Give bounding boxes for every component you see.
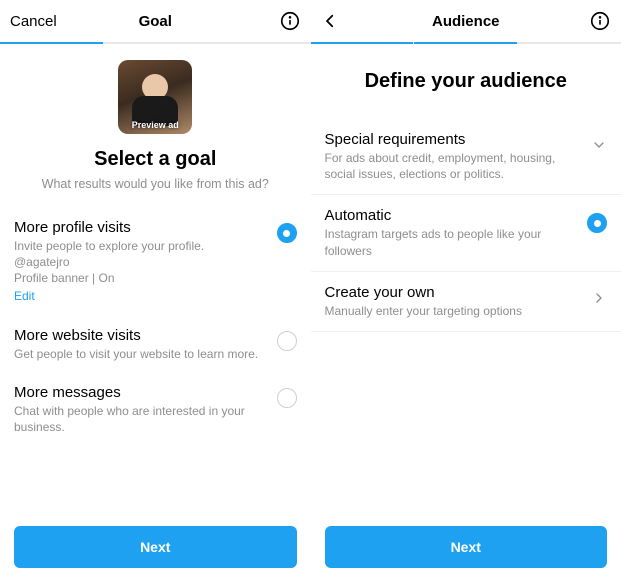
nav-bar: Audience xyxy=(311,0,621,42)
option-desc: Chat with people who are interested in y… xyxy=(14,403,267,435)
goal-option-website-visits[interactable]: More website visits Get people to visit … xyxy=(14,317,297,374)
radio-unselected[interactable] xyxy=(277,331,297,351)
back-button[interactable] xyxy=(321,12,339,30)
chevron-left-icon xyxy=(321,12,339,30)
option-desc: Invite people to explore your profile. xyxy=(14,238,267,254)
radio-selected[interactable] xyxy=(277,223,297,243)
option-banner: Profile banner | On xyxy=(14,270,267,286)
goal-option-profile-visits[interactable]: More profile visits Invite people to exp… xyxy=(14,209,297,317)
next-button[interactable]: Next xyxy=(14,526,297,568)
info-icon xyxy=(279,10,301,32)
info-button[interactable] xyxy=(279,10,301,32)
chevron-down-icon xyxy=(591,137,607,153)
radio-selected[interactable] xyxy=(587,213,607,233)
preview-ad-thumbnail[interactable]: Preview ad xyxy=(118,60,192,134)
page-title: Select a goal xyxy=(14,148,297,171)
row-title: Create your own xyxy=(325,284,582,301)
option-title: More website visits xyxy=(14,327,267,344)
goal-screen: Cancel Goal Preview ad Select a goal Wha… xyxy=(0,0,311,582)
footer: Next xyxy=(311,516,621,582)
next-button[interactable]: Next xyxy=(325,526,608,568)
option-title: More messages xyxy=(14,384,267,401)
nav-bar: Cancel Goal xyxy=(0,0,311,42)
info-icon xyxy=(589,10,611,32)
row-special-requirements[interactable]: Special requirements For ads about credi… xyxy=(311,119,621,195)
row-automatic[interactable]: Automatic Instagram targets ads to peopl… xyxy=(311,195,621,271)
option-handle: @agatejro xyxy=(14,254,267,270)
option-title: More profile visits xyxy=(14,219,267,236)
row-desc: For ads about credit, employment, housin… xyxy=(325,150,582,182)
audience-list: Special requirements For ads about credi… xyxy=(311,119,621,332)
row-title: Special requirements xyxy=(325,131,582,148)
chevron-right-icon xyxy=(591,290,607,306)
row-desc: Manually enter your targeting options xyxy=(325,303,582,319)
row-title: Automatic xyxy=(325,207,578,224)
content: Define your audience Special requirement… xyxy=(311,44,621,516)
row-desc: Instagram targets ads to people like you… xyxy=(325,226,578,258)
page-title: Define your audience xyxy=(311,70,621,93)
option-desc: Get people to visit your website to lear… xyxy=(14,346,267,362)
preview-ad-label: Preview ad xyxy=(118,120,192,130)
edit-link[interactable]: Edit xyxy=(14,289,35,303)
content: Preview ad Select a goal What results wo… xyxy=(0,44,311,516)
page-subtitle: What results would you like from this ad… xyxy=(14,177,297,191)
audience-screen: Audience Define your audience Special re… xyxy=(311,0,621,582)
footer: Next xyxy=(0,516,311,582)
row-create-your-own[interactable]: Create your own Manually enter your targ… xyxy=(311,272,621,332)
info-button[interactable] xyxy=(589,10,611,32)
goal-option-messages[interactable]: More messages Chat with people who are i… xyxy=(14,374,297,447)
nav-title: Audience xyxy=(311,13,621,30)
radio-unselected[interactable] xyxy=(277,388,297,408)
cancel-button[interactable]: Cancel xyxy=(10,13,57,30)
